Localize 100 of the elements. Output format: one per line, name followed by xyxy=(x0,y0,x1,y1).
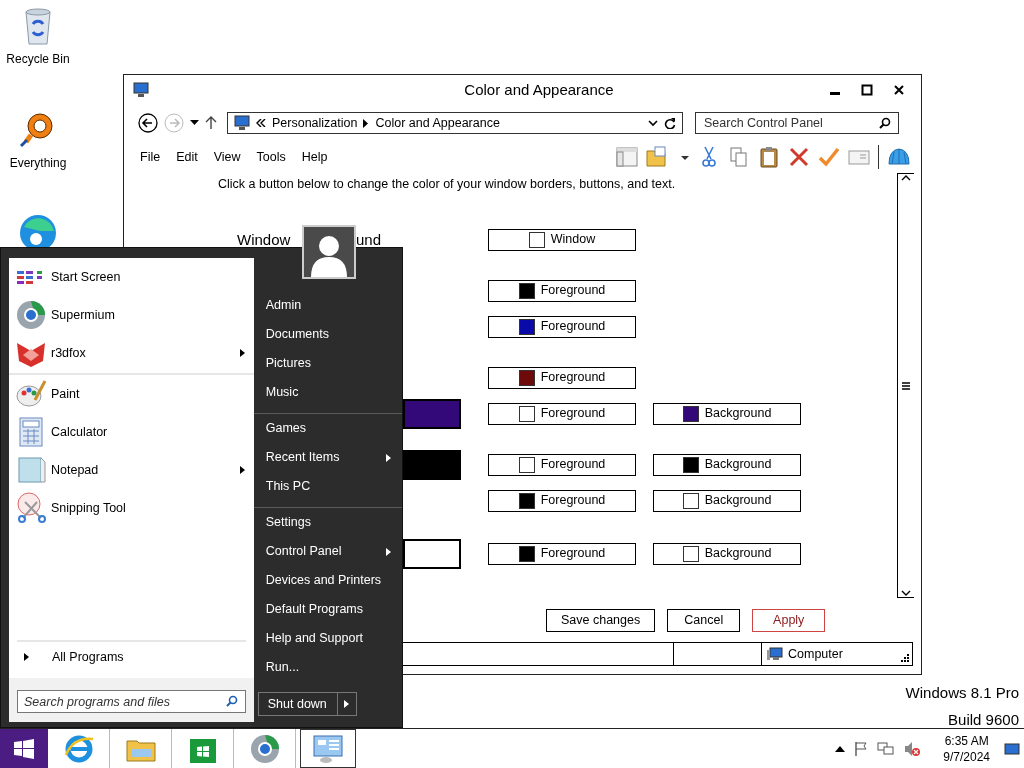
scroll-up-icon[interactable] xyxy=(901,174,911,182)
dialog-button[interactable]: Apply xyxy=(752,608,826,632)
resize-grip-icon[interactable] xyxy=(901,654,909,662)
color-button[interactable]: Window xyxy=(488,228,636,251)
start-menu-link[interactable]: Run... xyxy=(253,653,402,682)
cross-icon[interactable] xyxy=(788,146,810,168)
start-menu-link[interactable]: Help and Support xyxy=(253,624,402,653)
network-icon[interactable] xyxy=(877,740,896,757)
start-menu-link[interactable]: Devices and Printers xyxy=(253,566,402,595)
submenu-arrow-icon xyxy=(385,452,392,463)
color-button[interactable]: Background xyxy=(653,402,801,425)
program-item[interactable]: Start Screen xyxy=(9,258,254,296)
flag-icon[interactable] xyxy=(853,740,870,757)
start-menu-link[interactable]: Recent Items xyxy=(253,443,402,472)
show-desktop-icon[interactable] xyxy=(1004,741,1020,756)
speaker-muted-icon[interactable] xyxy=(903,740,922,757)
start-menu-link[interactable]: Default Programs xyxy=(253,595,402,624)
menu-item[interactable]: File xyxy=(140,147,161,167)
instruction-text: Click a button below to change the color of your window borders, buttons, and text. xyxy=(218,176,676,193)
element-label: und xyxy=(356,229,382,250)
checkmark-icon[interactable] xyxy=(818,146,840,168)
chevron-down-icon[interactable] xyxy=(648,119,658,127)
start-menu-link[interactable]: Documents xyxy=(253,320,402,349)
start-menu-link[interactable]: Settings xyxy=(253,508,402,537)
palette-icon xyxy=(15,378,47,410)
all-programs-item[interactable]: All Programs xyxy=(9,644,254,670)
dropdown-caret-icon[interactable] xyxy=(190,120,199,126)
window-title: Color and Appearance xyxy=(463,79,614,100)
clock[interactable]: 6:35 AM 9/7/2024 xyxy=(943,732,990,765)
globe-icon xyxy=(15,299,47,331)
color-button[interactable]: Foreground xyxy=(488,489,636,512)
person-silhouette-icon xyxy=(309,233,349,277)
scrollbar[interactable] xyxy=(897,173,914,598)
breadcrumb-arrow-icon xyxy=(363,118,370,128)
monitor-icon xyxy=(234,115,250,131)
grip-icon[interactable] xyxy=(902,381,910,390)
globe-icon xyxy=(248,732,281,765)
desktop-icon-label[interactable]: Everything xyxy=(9,154,67,172)
search-icon xyxy=(879,117,891,129)
clock-time: 6:35 AM xyxy=(944,732,989,749)
search-field[interactable]: Search Control Panel xyxy=(695,112,899,134)
double-chevron-icon[interactable] xyxy=(256,119,266,127)
menu-item[interactable]: Edit xyxy=(176,147,198,167)
taskbar-app-button[interactable] xyxy=(300,729,356,768)
color-button[interactable]: Foreground xyxy=(488,315,636,338)
element-label: Window xyxy=(237,229,291,250)
color-button[interactable]: Foreground xyxy=(488,279,636,302)
program-item[interactable]: Snipping Tool xyxy=(9,489,254,527)
desktop-icon-label[interactable]: Recycle Bin xyxy=(6,50,70,68)
start-menu-link[interactable]: Music xyxy=(253,378,402,414)
copy-icon[interactable] xyxy=(728,146,750,168)
menu-item[interactable]: View xyxy=(213,147,241,167)
windows-logo-icon xyxy=(14,738,34,759)
scissors-icon xyxy=(15,492,47,524)
breadcrumb-link[interactable]: Personalization xyxy=(272,113,358,133)
close-icon[interactable] xyxy=(893,84,905,96)
start-button[interactable] xyxy=(0,729,48,768)
menu-item[interactable]: Help xyxy=(301,147,328,167)
monitor-icon xyxy=(133,82,149,98)
notepad-icon xyxy=(15,454,47,486)
expand-arrow-icon xyxy=(23,652,30,662)
dialog-button[interactable]: Cancel xyxy=(667,608,741,632)
program-item[interactable]: Paint xyxy=(9,375,254,413)
arrow-icon xyxy=(343,699,351,709)
menu-item[interactable]: Tools xyxy=(256,147,286,167)
program-item[interactable]: Notepad xyxy=(9,451,254,489)
color-button[interactable]: Background xyxy=(653,542,801,565)
start-menu-link[interactable]: This PC xyxy=(253,472,402,508)
program-item[interactable]: Supermium xyxy=(9,296,254,334)
submenu-arrow-icon xyxy=(385,546,392,557)
up-arrow-icon[interactable] xyxy=(205,116,217,130)
clock-date: 9/7/2024 xyxy=(943,748,990,765)
color-button[interactable]: Foreground xyxy=(488,402,636,425)
refresh-icon[interactable] xyxy=(664,117,676,129)
user-avatar[interactable] xyxy=(302,225,356,279)
start-menu-link[interactable]: Pictures xyxy=(253,349,402,378)
color-button[interactable]: Foreground xyxy=(488,542,636,565)
color-button[interactable]: Background xyxy=(653,453,801,476)
color-button[interactable]: Foreground xyxy=(488,366,636,389)
control-panel-icon xyxy=(312,732,344,765)
start-menu-link[interactable]: Control Panel xyxy=(253,537,402,566)
start-menu-link[interactable]: Games xyxy=(253,414,402,443)
program-item[interactable]: Calculator xyxy=(9,413,254,451)
maximize-icon[interactable] xyxy=(861,84,873,96)
clipboard-icon[interactable] xyxy=(758,146,780,168)
dialog-button[interactable]: Save changes xyxy=(546,608,656,632)
edition-text: Build 9600 xyxy=(948,709,1019,730)
shut-down-button[interactable]: Shut down xyxy=(257,692,357,716)
status-location: Computer xyxy=(788,645,843,663)
color-button[interactable]: Foreground xyxy=(488,453,636,476)
scroll-down-icon[interactable] xyxy=(901,589,911,597)
program-item[interactable]: r3dfox xyxy=(9,334,254,375)
search-icon xyxy=(225,695,238,707)
search-field[interactable]: Search programs and files xyxy=(17,690,246,713)
start-menu-link[interactable]: Admin xyxy=(253,291,402,320)
show-hidden-icons-icon[interactable] xyxy=(835,744,846,753)
color-button[interactable]: Background xyxy=(653,489,801,512)
submenu-arrow-icon xyxy=(238,465,246,475)
submenu-arrow-icon xyxy=(238,348,246,358)
breadcrumb-link[interactable]: Color and Appearance xyxy=(375,113,500,133)
